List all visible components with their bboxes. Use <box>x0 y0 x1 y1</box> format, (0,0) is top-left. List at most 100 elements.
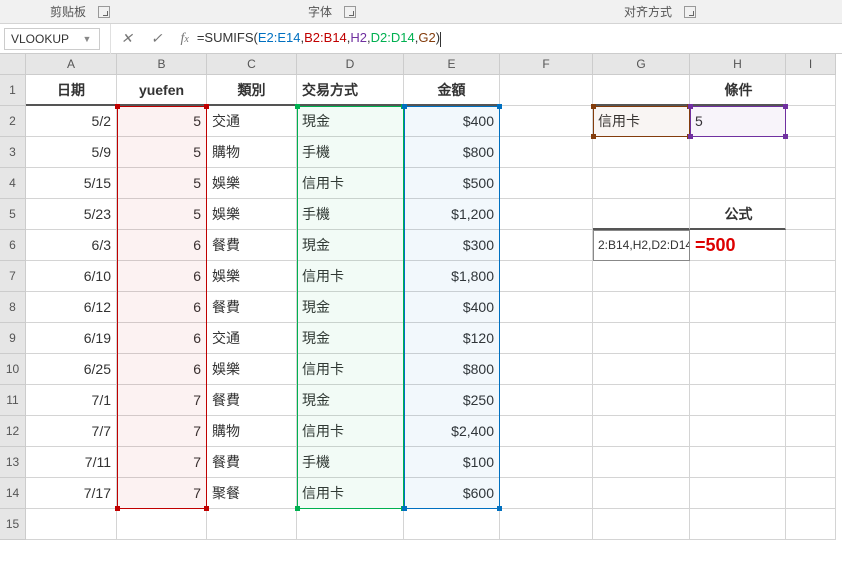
cell-G9[interactable] <box>593 323 690 354</box>
cell-G4[interactable] <box>593 168 690 199</box>
cell-I6[interactable] <box>786 230 836 261</box>
cell-A10[interactable]: 6/25 <box>26 354 117 385</box>
row-header-5[interactable]: 5 <box>0 199 26 230</box>
cancel-icon[interactable]: ✕ <box>121 30 133 47</box>
row-header-14[interactable]: 14 <box>0 478 26 509</box>
cell-F12[interactable] <box>500 416 593 447</box>
cell-E10[interactable]: $800 <box>404 354 500 385</box>
cell-A11[interactable]: 7/1 <box>26 385 117 416</box>
col-header-A[interactable]: A <box>26 54 117 75</box>
cell-H9[interactable] <box>690 323 786 354</box>
ribbon-group-font[interactable]: 字体 <box>300 3 356 20</box>
row-header-7[interactable]: 7 <box>0 261 26 292</box>
row-header-8[interactable]: 8 <box>0 292 26 323</box>
cell-F15[interactable] <box>500 509 593 540</box>
cell-E9[interactable]: $120 <box>404 323 500 354</box>
cell-A15[interactable] <box>26 509 117 540</box>
ribbon-group-clipboard[interactable]: 剪贴板 <box>42 3 110 20</box>
col-header-G[interactable]: G <box>593 54 690 75</box>
cell-D14[interactable]: 信用卡 <box>297 478 404 509</box>
cell-F2[interactable] <box>500 106 593 137</box>
cell-G7[interactable] <box>593 261 690 292</box>
col-header-D[interactable]: D <box>297 54 404 75</box>
cell-C6[interactable]: 餐費 <box>207 230 297 261</box>
row-header-15[interactable]: 15 <box>0 509 26 540</box>
cell-D9[interactable]: 現金 <box>297 323 404 354</box>
enter-icon[interactable]: ✓ <box>151 30 163 47</box>
cell-E2[interactable]: $400 <box>404 106 500 137</box>
cell-I7[interactable] <box>786 261 836 292</box>
cell-B1[interactable]: yuefen <box>117 75 207 106</box>
cell-I10[interactable] <box>786 354 836 385</box>
cell-F10[interactable] <box>500 354 593 385</box>
row-header-3[interactable]: 3 <box>0 137 26 168</box>
col-header-I[interactable]: I <box>786 54 836 75</box>
cell-H1[interactable]: 條件 <box>690 75 786 106</box>
cell-A7[interactable]: 6/10 <box>26 261 117 292</box>
cell-B15[interactable] <box>117 509 207 540</box>
cell-H15[interactable] <box>690 509 786 540</box>
cell-E8[interactable]: $400 <box>404 292 500 323</box>
cell-B12[interactable]: 7 <box>117 416 207 447</box>
cell-I2[interactable] <box>786 106 836 137</box>
cell-H2[interactable]: 5 <box>690 106 786 137</box>
cell-E3[interactable]: $800 <box>404 137 500 168</box>
row-header-10[interactable]: 10 <box>0 354 26 385</box>
cell-A8[interactable]: 6/12 <box>26 292 117 323</box>
cell-E6[interactable]: $300 <box>404 230 500 261</box>
ribbon-group-alignment[interactable]: 对齐方式 <box>616 3 696 20</box>
cell-H7[interactable] <box>690 261 786 292</box>
row-header-9[interactable]: 9 <box>0 323 26 354</box>
cell-E1[interactable]: 金額 <box>404 75 500 106</box>
cell-B14[interactable]: 7 <box>117 478 207 509</box>
cell-C3[interactable]: 購物 <box>207 137 297 168</box>
cell-D3[interactable]: 手機 <box>297 137 404 168</box>
chevron-down-icon[interactable]: ▼ <box>81 34 93 44</box>
dialog-launcher-icon[interactable] <box>684 6 696 18</box>
cell-I1[interactable] <box>786 75 836 106</box>
cell-B11[interactable]: 7 <box>117 385 207 416</box>
cell-D8[interactable]: 現金 <box>297 292 404 323</box>
cell-B3[interactable]: 5 <box>117 137 207 168</box>
cell-B9[interactable]: 6 <box>117 323 207 354</box>
cell-B5[interactable]: 5 <box>117 199 207 230</box>
col-header-B[interactable]: B <box>117 54 207 75</box>
cell-I9[interactable] <box>786 323 836 354</box>
cell-B10[interactable]: 6 <box>117 354 207 385</box>
cell-F8[interactable] <box>500 292 593 323</box>
cell-B4[interactable]: 5 <box>117 168 207 199</box>
cell-C4[interactable]: 娛樂 <box>207 168 297 199</box>
cell-D5[interactable]: 手機 <box>297 199 404 230</box>
cell-D6[interactable]: 現金 <box>297 230 404 261</box>
cell-D2[interactable]: 現金 <box>297 106 404 137</box>
cell-C11[interactable]: 餐費 <box>207 385 297 416</box>
cell-A14[interactable]: 7/17 <box>26 478 117 509</box>
cell-F5[interactable] <box>500 199 593 230</box>
cell-C12[interactable]: 購物 <box>207 416 297 447</box>
cell-G10[interactable] <box>593 354 690 385</box>
cell-H14[interactable] <box>690 478 786 509</box>
cell-B8[interactable]: 6 <box>117 292 207 323</box>
cell-F7[interactable] <box>500 261 593 292</box>
cell-F4[interactable] <box>500 168 593 199</box>
col-header-H[interactable]: H <box>690 54 786 75</box>
cell-G6[interactable]: 2:B14,H2,D2:D14,G2) <box>593 230 690 261</box>
cell-A2[interactable]: 5/2 <box>26 106 117 137</box>
cell-C13[interactable]: 餐費 <box>207 447 297 478</box>
col-header-F[interactable]: F <box>500 54 593 75</box>
row-header-2[interactable]: 2 <box>0 106 26 137</box>
cell-A1[interactable]: 日期 <box>26 75 117 106</box>
cell-I15[interactable] <box>786 509 836 540</box>
select-all-corner[interactable] <box>0 54 26 75</box>
cell-B7[interactable]: 6 <box>117 261 207 292</box>
cell-C15[interactable] <box>207 509 297 540</box>
cell-A12[interactable]: 7/7 <box>26 416 117 447</box>
cell-E11[interactable]: $250 <box>404 385 500 416</box>
cell-C2[interactable]: 交通 <box>207 106 297 137</box>
cell-H11[interactable] <box>690 385 786 416</box>
cell-G2[interactable]: 信用卡 <box>593 106 690 137</box>
cell-E15[interactable] <box>404 509 500 540</box>
row-header-12[interactable]: 12 <box>0 416 26 447</box>
cell-C10[interactable]: 娛樂 <box>207 354 297 385</box>
cell-H6[interactable]: =500 <box>690 230 786 261</box>
